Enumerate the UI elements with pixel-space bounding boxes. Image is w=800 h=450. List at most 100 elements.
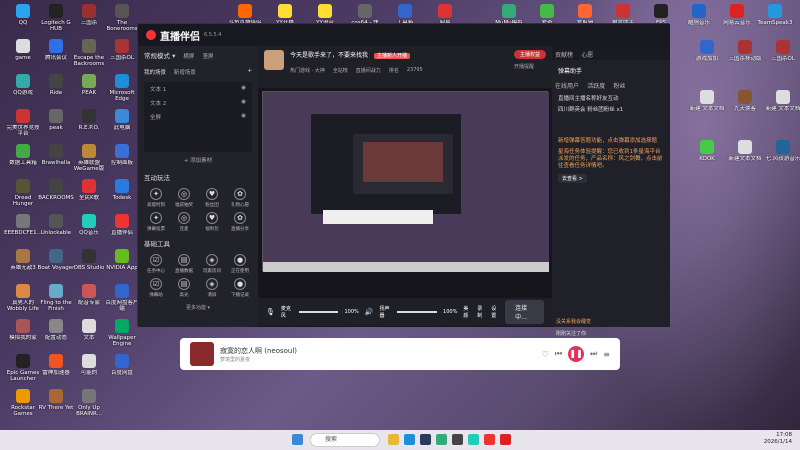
app-icon[interactable]	[452, 434, 463, 445]
desktop-icon[interactable]: 新建文本文档	[726, 140, 764, 162]
tool-item[interactable]: ● 下播记录	[226, 278, 254, 298]
app-icon[interactable]	[436, 434, 447, 445]
tool-item[interactable]: ✿ 礼物心愿	[226, 188, 254, 208]
avatar[interactable]	[264, 50, 284, 70]
app-icon[interactable]	[500, 434, 511, 445]
app-icon	[738, 40, 752, 54]
desktop-icon[interactable]: 直播伴侣	[103, 214, 141, 236]
desktop-icon[interactable]: 百度网盘客户端	[103, 284, 141, 312]
desktop-icon[interactable]: 酷狗音乐	[680, 4, 718, 26]
app-icon	[16, 179, 30, 193]
rank-link[interactable]: 全站榜	[333, 67, 348, 74]
streamer-benefits-button[interactable]: 主播权益	[513, 50, 546, 59]
desktop-icon[interactable]: 九天侠客	[726, 90, 764, 112]
tab-activity[interactable]: 活跃度	[587, 81, 605, 90]
settings-button[interactable]: 设置	[491, 305, 499, 319]
tab-fans[interactable]: 粉丝	[614, 81, 626, 90]
more-functions-button[interactable]: 更多功能 ▾	[138, 304, 258, 311]
view-task-button[interactable]: 去查看 >	[558, 174, 587, 183]
app-icon[interactable]	[484, 434, 495, 445]
eye-icon[interactable]: ◉	[241, 99, 246, 107]
scene-item[interactable]: 文本 1 ◉	[144, 82, 252, 96]
desktop-icon[interactable]: The Bonerooms	[103, 4, 141, 32]
pause-icon[interactable]: ❚❚	[568, 346, 585, 362]
lyrics-icon[interactable]: ≡	[603, 350, 610, 359]
new-scene-link[interactable]: 新增场景	[174, 70, 196, 76]
eye-icon[interactable]: ◉	[241, 113, 246, 121]
file-explorer-icon[interactable]	[388, 434, 399, 445]
desktop-icon[interactable]: Todesk	[103, 179, 141, 201]
app-icon[interactable]	[420, 434, 431, 445]
desktop-icon[interactable]: NVIDIA App	[103, 249, 141, 271]
scene-mode[interactable]: 常规模式 ▾ 横屏 竖屏	[138, 46, 258, 64]
next-icon[interactable]: ⏭	[590, 349, 597, 359]
desktop-icon[interactable]: Wallpaper Engine	[103, 319, 141, 347]
desktop-icon[interactable]: 百度网盘	[103, 354, 141, 376]
desktop-icon[interactable]: 控制面板	[103, 144, 141, 166]
desktop-icon[interactable]: 新建 文本文档	[764, 90, 800, 112]
speaker-icon[interactable]: 🔊	[365, 308, 374, 316]
desktop-icon[interactable]: 新建 文本文档	[688, 90, 726, 112]
desktop-icon[interactable]: Only Up BRAINR...	[70, 389, 108, 417]
tool-item[interactable]: ◎ 福袋抽奖	[170, 188, 198, 208]
desktop-icon[interactable]: 三国杀OL	[103, 39, 141, 61]
scene-item[interactable]: 文本 2 ◉	[144, 96, 252, 110]
desktop-icon[interactable]: 游戏加加	[688, 40, 726, 62]
album-cover[interactable]	[190, 342, 214, 366]
like-icon[interactable]: ♡	[542, 350, 549, 359]
app-icon[interactable]	[468, 434, 479, 445]
tab-landscape[interactable]: 横屏	[183, 54, 194, 60]
tool-item[interactable]: ✿ 直播分享	[226, 212, 254, 232]
eye-icon[interactable]: ◉	[241, 85, 246, 93]
tool-item[interactable]: ♥ 粉丝团	[198, 188, 226, 208]
desktop-icon[interactable]: TeamSpeak3	[756, 4, 794, 26]
tool-item[interactable]: ☑ 弹幕助	[142, 278, 170, 298]
plus-icon[interactable]: +	[247, 68, 252, 74]
scene-item[interactable]: 全屏 ◉	[144, 110, 252, 124]
desktop-icon[interactable]: Microsoft Edge	[103, 74, 141, 102]
tool-item[interactable]: ✦ 高能时刻	[142, 188, 170, 208]
live-reminder-button[interactable]: 开播提醒	[514, 63, 546, 70]
tool-item[interactable]: ● 正在使用	[226, 254, 254, 274]
tool-item[interactable]: ▤ 直播数据	[170, 254, 198, 274]
edge-icon[interactable]	[404, 434, 415, 445]
desktop-icon[interactable]: 此电脑	[103, 109, 141, 131]
tool-label: 弹幕投票	[147, 227, 165, 232]
search-input[interactable]: 搜索	[310, 433, 380, 447]
mic-volume-slider[interactable]	[298, 311, 339, 313]
tab-wish[interactable]: 心愿	[581, 50, 593, 59]
desktop-icon[interactable]: 七.风夜游音乐	[764, 140, 800, 162]
tool-item[interactable]: ▤ 高光	[170, 278, 198, 298]
add-source-label: 添加素材	[190, 158, 213, 164]
desktop-icon[interactable]: 三国杀移动版	[726, 40, 764, 62]
tool-item[interactable]: ✦ 弹幕投票	[142, 212, 170, 232]
power-link[interactable]: 直播间战力	[356, 67, 381, 74]
app-icon	[115, 249, 129, 263]
start-stream-button[interactable]: 连接中...	[505, 300, 544, 324]
add-source-button[interactable]: + 添加素材	[138, 156, 258, 164]
tool-item[interactable]: ◈ 清屏	[198, 278, 226, 298]
speaker-volume-slider[interactable]	[397, 311, 438, 313]
tab-portrait[interactable]: 竖屏	[203, 54, 214, 60]
windows-start-icon[interactable]	[292, 434, 303, 445]
app-icon	[502, 4, 516, 18]
tool-item[interactable]: ☑ 任务中心	[142, 254, 170, 274]
desktop-icon[interactable]: 网易云音乐	[718, 4, 756, 26]
prev-icon[interactable]: ⏮	[555, 349, 562, 359]
desktop-icon[interactable]: 三国杀OL	[764, 40, 800, 62]
scene-label: 全屏	[150, 115, 162, 121]
ranking-link[interactable]: 排名	[389, 67, 399, 74]
stream-preview[interactable]	[262, 91, 549, 272]
tool-item[interactable]: ◎ 连麦	[170, 212, 198, 232]
category-label[interactable]: 热门游戏 · 大神	[290, 67, 325, 74]
tab-online-users[interactable]: 在线用户	[555, 81, 579, 90]
microphone-icon[interactable]: 🎙	[266, 308, 275, 316]
tab-contribution[interactable]: 贡献榜	[555, 50, 573, 59]
clock[interactable]: 17:08 2026/1/14	[764, 432, 792, 446]
record-button[interactable]: 录制	[477, 305, 485, 319]
tool-item[interactable]: ♥ 福利包	[198, 212, 226, 232]
beauty-button[interactable]: 美颜	[463, 305, 471, 319]
desktop-icon-label: 新建 文本文档	[765, 106, 800, 112]
desktop-icon[interactable]: KOOK	[688, 140, 726, 162]
tool-item[interactable]: ◈ 玩家房间	[198, 254, 226, 274]
